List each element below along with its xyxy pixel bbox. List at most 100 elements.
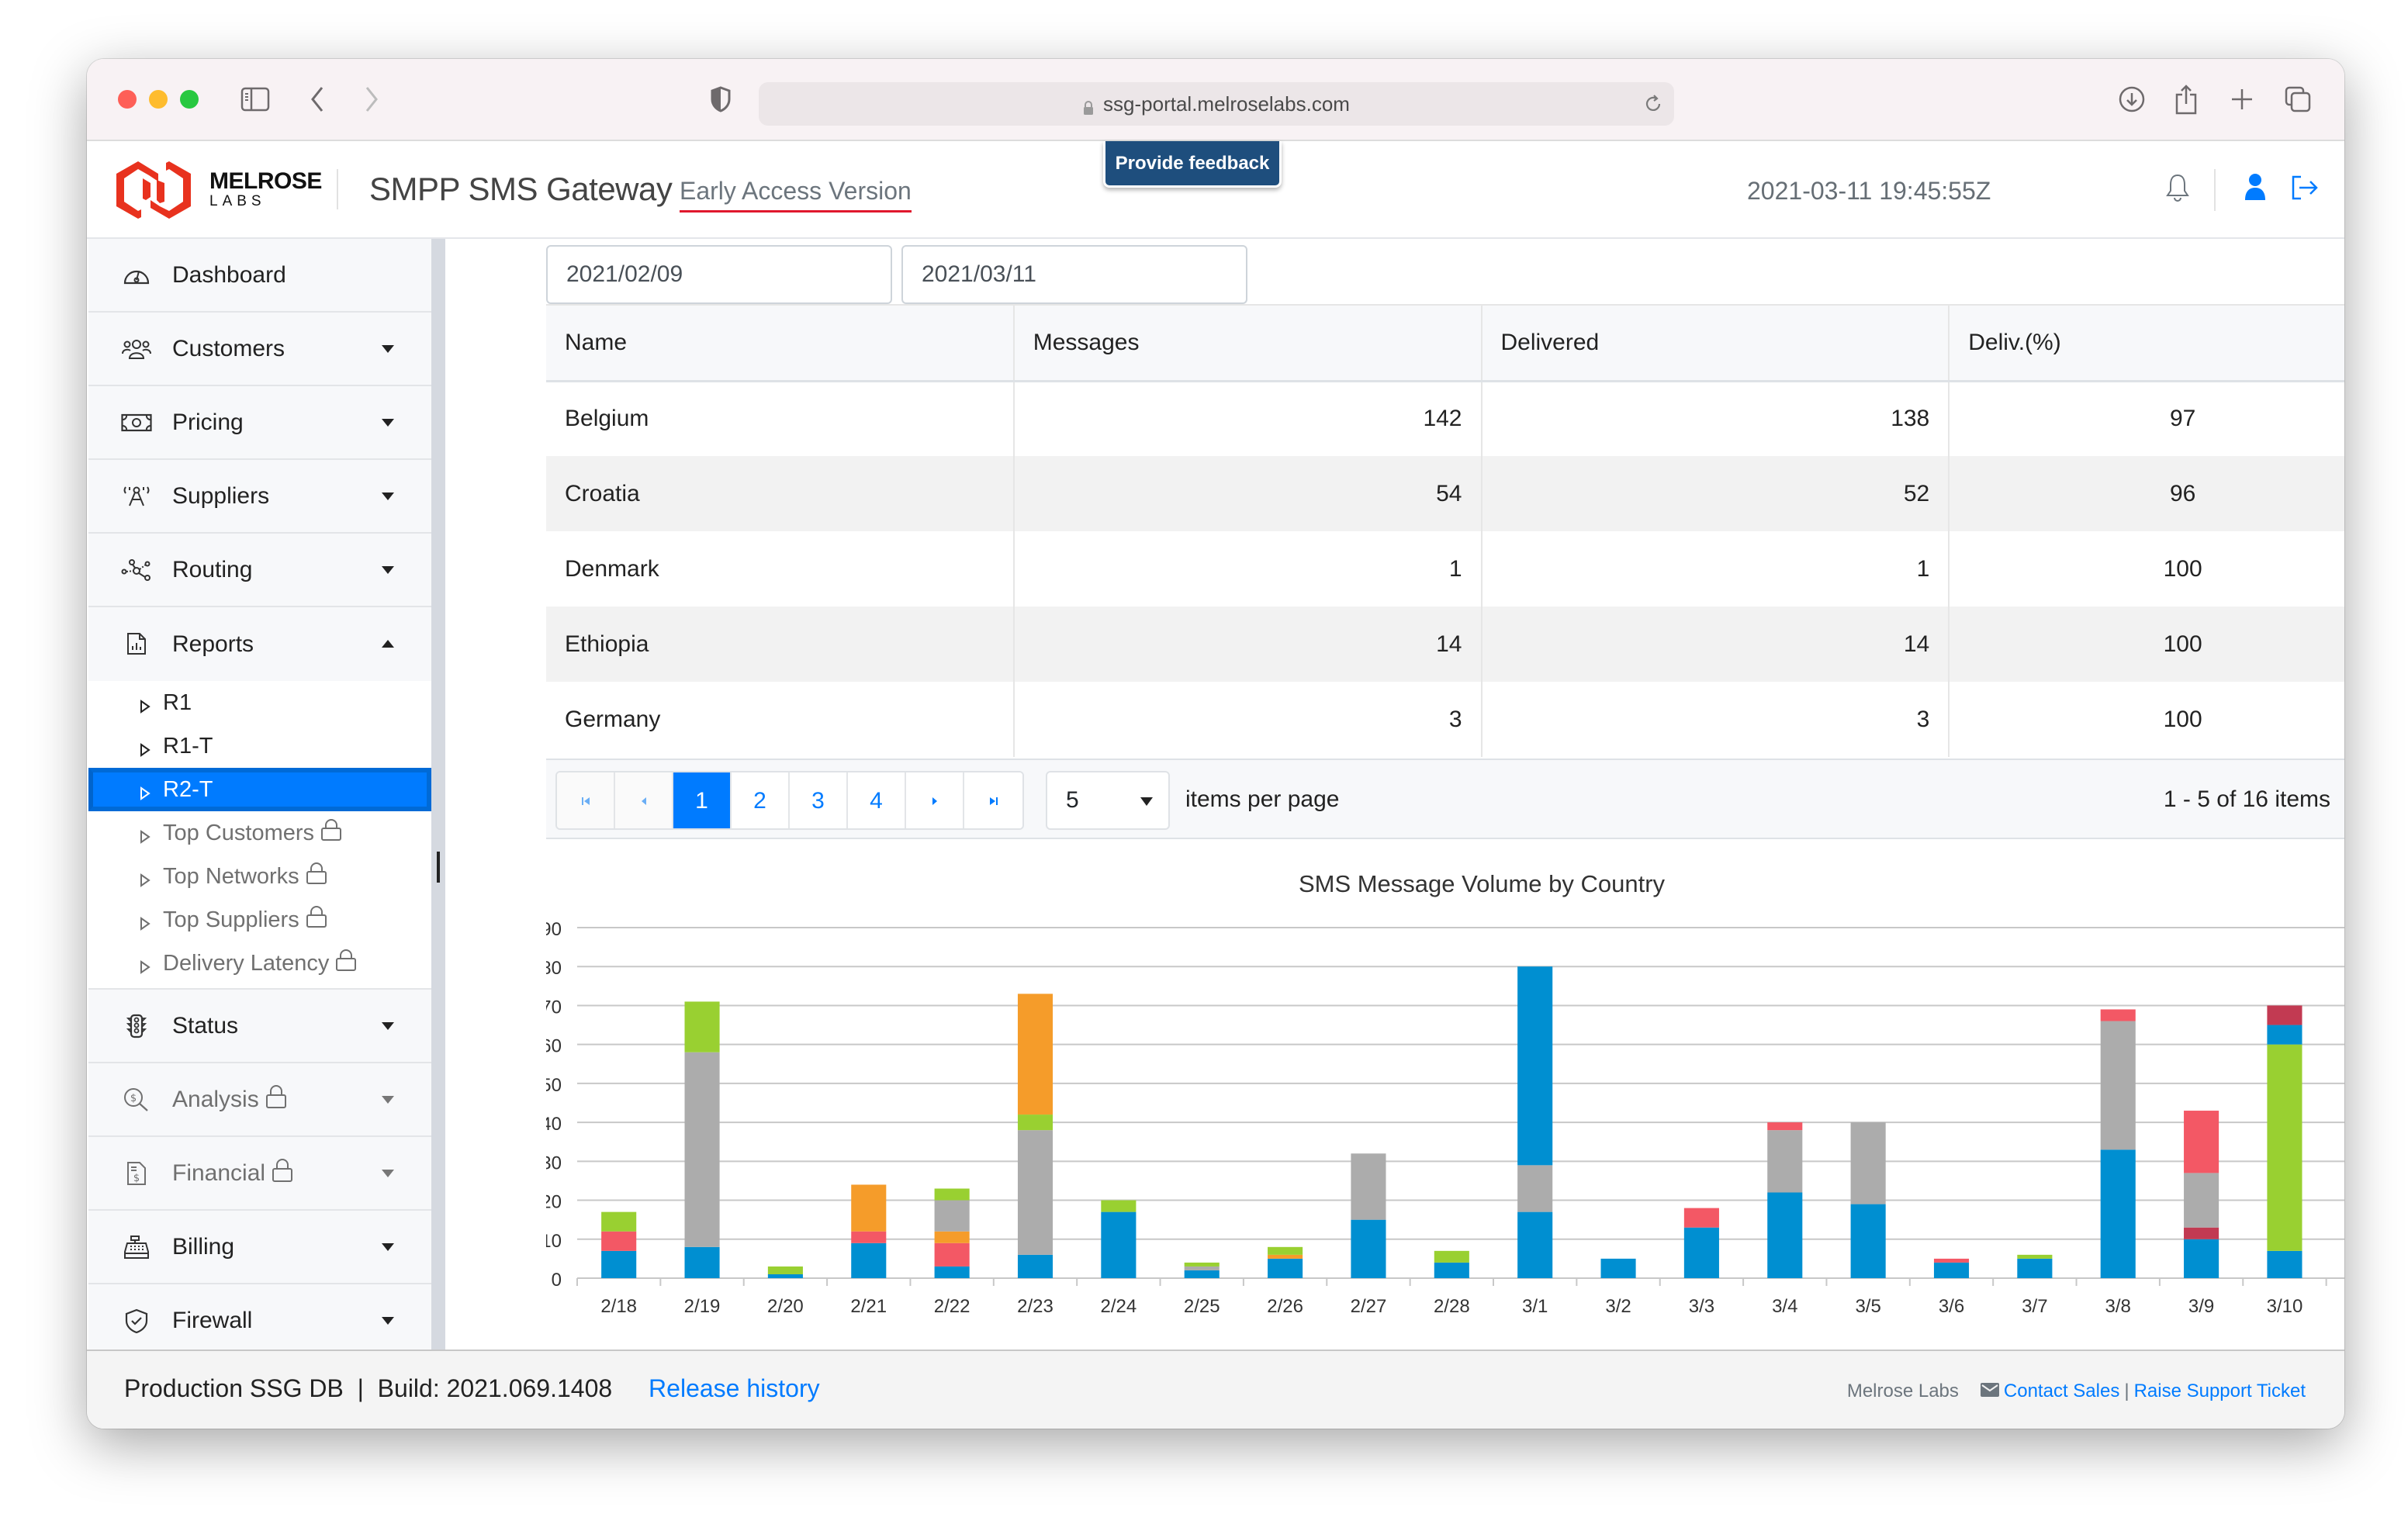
first-page-button[interactable] [557,772,615,828]
column-header-name[interactable]: Name [546,304,1015,382]
bar-segment-series-blue[interactable] [1434,1262,1469,1278]
sidebar-resize-handle[interactable] [437,852,440,883]
bar-segment-series-gray[interactable] [2184,1173,2219,1228]
bar-segment-series-gray[interactable] [1767,1130,1803,1193]
sidebar-item-firewall[interactable]: Firewall [88,1284,431,1350]
bar-segment-series-green[interactable] [934,1188,970,1201]
page-3-button[interactable]: 3 [790,772,848,828]
bar-segment-series-blue-top[interactable] [2267,1025,2302,1045]
bar-segment-series-darkred[interactable] [2184,1227,2219,1239]
sidebar-item-suppliers[interactable]: Suppliers [88,460,431,534]
end-date-input[interactable]: 2021/03/11 [901,245,1247,304]
column-header-deliv-pct[interactable]: Deliv.(%) [1949,304,2344,382]
bar-segment-series-green[interactable] [1434,1250,1469,1263]
bar-segment-series-darkred-top[interactable] [2267,1005,2302,1025]
bar-segment-series-red-top[interactable] [1767,1122,1803,1131]
melrose-labs-logo[interactable]: MELROSE LABS [115,158,322,222]
bar-segment-series-blue[interactable] [1017,1254,1054,1278]
sidebar-item-pricing[interactable]: Pricing [88,386,431,460]
bar-segment-series-blue[interactable] [767,1274,803,1278]
bar-segment-series-blue[interactable] [2184,1239,2219,1278]
page-4-button[interactable]: 4 [848,772,906,828]
forward-icon[interactable] [360,82,383,116]
sidebar-item-routing[interactable]: Routing [88,534,431,607]
start-date-input[interactable]: 2021/02/09 [546,245,892,304]
bar-segment-series-blue[interactable] [601,1250,637,1278]
sidebar-subitem-top-suppliers[interactable]: Top Suppliers [88,898,431,942]
back-icon[interactable] [306,82,329,116]
bar-segment-series-red[interactable] [934,1242,970,1267]
page-size-select[interactable]: 5 [1046,771,1170,830]
bar-segment-series-gray[interactable] [684,1052,720,1247]
bar-segment-series-green[interactable] [1184,1262,1220,1267]
bar-segment-series-red[interactable] [1683,1208,1719,1228]
bar-segment-series-blue[interactable] [1767,1192,1803,1278]
sidebar-item-financial[interactable]: $ Financial [88,1137,431,1211]
bar-segment-series-green[interactable] [1101,1200,1137,1212]
bar-segment-series-blue[interactable] [934,1266,970,1278]
bar-segment-series-gray[interactable] [2100,1021,2136,1150]
download-icon[interactable] [2116,82,2147,116]
bar-segment-series-red[interactable] [851,1231,887,1243]
column-header-messages[interactable]: Messages [1013,304,1483,382]
sidebar-item-customers[interactable]: Customers [88,313,431,386]
next-page-button[interactable] [906,772,964,828]
bar-segment-series-gray[interactable] [1850,1122,1886,1204]
sidebar-toggle-icon[interactable] [239,82,272,116]
bar-segment-series-green[interactable] [2267,1044,2302,1251]
previous-page-button[interactable] [615,772,673,828]
bar-segment-series-red[interactable] [1933,1258,1970,1263]
bar-segment-series-blue[interactable] [1351,1219,1386,1278]
bar-segment-series-green[interactable] [684,1001,720,1052]
bar-segment-series-green[interactable] [1268,1246,1303,1255]
sidebar-subitem-top-customers[interactable]: Top Customers [88,811,431,855]
sidebar-resize-track[interactable] [431,239,445,1350]
sidebar-subitem-delivery-latency[interactable]: Delivery Latency [88,942,431,985]
table-row[interactable]: Germany 3 3 100 [546,682,2344,757]
bar-segment-series-red-top[interactable] [2100,1009,2136,1021]
address-bar[interactable]: ssg-portal.melroselabs.com [759,82,1674,126]
sidebar-item-reports[interactable]: Reports [88,607,431,681]
sidebar-item-dashboard[interactable]: Dashboard [88,239,431,313]
sidebar-subitem-r2-t[interactable]: R2-T [88,768,431,811]
column-header-delivered[interactable]: Delivered [1481,304,1950,382]
bar-segment-series-blue[interactable] [1600,1258,1636,1278]
bar-segment-series-blue[interactable] [1184,1270,1220,1278]
privacy-shield-icon[interactable] [708,82,734,116]
page-1-button[interactable]: 1 [673,772,732,828]
tab-overview-icon[interactable] [2282,82,2313,116]
bar-segment-series-green[interactable] [1017,1115,1054,1131]
contact-sales-link[interactable]: Contact Sales [2004,1381,2119,1402]
release-history-link[interactable]: Release history [649,1374,820,1402]
bar-segment-series-blue[interactable] [2017,1258,2053,1278]
bar-segment-series-orange[interactable] [934,1231,970,1243]
bar-segment-series-green[interactable] [767,1266,803,1274]
bar-segment-series-blue[interactable] [851,1242,887,1278]
table-row[interactable]: Denmark 1 1 100 [546,531,2344,607]
sidebar-item-status[interactable]: Status [88,990,431,1063]
new-tab-icon[interactable] [2228,82,2256,116]
bar-segment-series-blue[interactable] [1933,1262,1970,1278]
share-icon[interactable] [2172,82,2200,116]
table-row[interactable]: Ethiopia 14 14 100 [546,607,2344,682]
bar-segment-series-gray[interactable] [1351,1153,1386,1220]
table-row[interactable]: Belgium 142 138 97 [546,381,2344,456]
maximize-window-button[interactable] [180,90,199,109]
sidebar-subitem-r1[interactable]: R1 [88,681,431,724]
sidebar-subitem-top-networks[interactable]: Top Networks [88,855,431,898]
provide-feedback-button[interactable]: Provide feedback [1103,141,1282,188]
bar-segment-series-blue-top[interactable] [1517,966,1553,1166]
table-row[interactable]: Croatia 54 52 96 [546,456,2344,531]
bar-segment-series-green[interactable] [601,1211,637,1232]
logout-icon[interactable] [2290,172,2320,207]
bar-segment-series-blue[interactable] [1683,1227,1719,1278]
bar-segment-series-red[interactable] [601,1231,637,1251]
last-page-button[interactable] [964,772,1022,828]
bar-segment-series-green[interactable] [2017,1254,2053,1259]
bar-segment-series-red-top[interactable] [2184,1111,2219,1173]
close-window-button[interactable] [118,90,137,109]
bar-segment-series-blue[interactable] [1850,1204,1886,1278]
bar-segment-series-blue[interactable] [1517,1211,1553,1278]
bar-segment-series-blue[interactable] [1101,1211,1137,1278]
sidebar-item-analysis[interactable]: $ Analysis [88,1063,431,1137]
